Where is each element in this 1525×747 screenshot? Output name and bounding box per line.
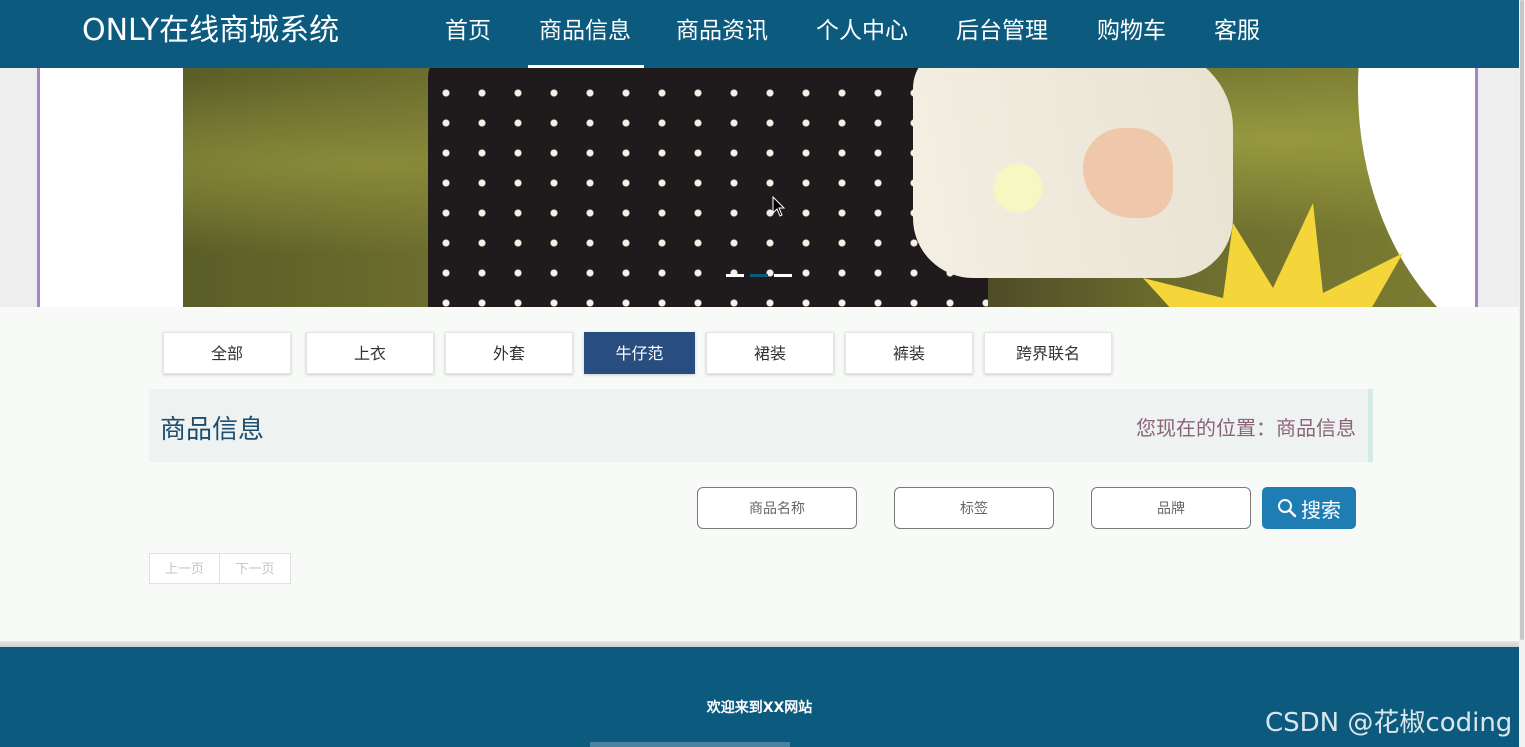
nav-item-cart[interactable]: 购物车 bbox=[1097, 12, 1166, 50]
category-skirts-button[interactable]: 裙装 bbox=[706, 332, 834, 374]
top-navbar: ONLY在线商城系统 首页 商品信息 商品资讯 个人中心 后台管理 购物车 客服 bbox=[0, 0, 1519, 68]
category-outerwear-button[interactable]: 外套 bbox=[445, 332, 573, 374]
banner-side-panel bbox=[40, 68, 183, 307]
nav-item-admin[interactable]: 后台管理 bbox=[956, 12, 1048, 50]
section-title: 商品信息 bbox=[160, 415, 265, 445]
banner-flower bbox=[988, 158, 1048, 218]
carousel-dot-3[interactable] bbox=[774, 274, 792, 277]
nav-item-news[interactable]: 商品资讯 bbox=[676, 12, 768, 50]
category-collab-button[interactable]: 跨界联名 bbox=[984, 332, 1112, 374]
prev-page-button[interactable]: 上一页 bbox=[149, 553, 220, 584]
category-tops-button[interactable]: 上衣 bbox=[306, 332, 434, 374]
pagination: 上一页 下一页 bbox=[149, 553, 291, 584]
nav-item-products[interactable]: 商品信息 bbox=[539, 12, 631, 50]
brand-search-input[interactable] bbox=[1091, 487, 1251, 529]
search-button[interactable]: 搜索 bbox=[1262, 487, 1356, 529]
nav-item-service[interactable]: 客服 bbox=[1214, 12, 1260, 50]
mouse-cursor-icon bbox=[772, 196, 786, 217]
banner-frame-right bbox=[1475, 68, 1478, 307]
category-all-button[interactable]: 全部 bbox=[163, 332, 291, 374]
page: ONLY在线商城系统 首页 商品信息 商品资讯 个人中心 后台管理 购物车 客服… bbox=[0, 0, 1525, 747]
nav-item-home[interactable]: 首页 bbox=[445, 12, 491, 50]
product-name-search-input[interactable] bbox=[697, 487, 857, 529]
category-pants-button[interactable]: 裤装 bbox=[845, 332, 973, 374]
banner-dress bbox=[428, 68, 988, 307]
breadcrumb-location: 您现在的位置：商品信息 bbox=[1136, 416, 1356, 440]
category-denim-button[interactable]: 牛仔范 bbox=[584, 332, 695, 374]
next-page-button[interactable]: 下一页 bbox=[220, 553, 291, 584]
footer-secondary-line bbox=[590, 742, 790, 747]
carousel-indicators bbox=[726, 274, 796, 278]
search-icon bbox=[1278, 499, 1297, 518]
nav-active-indicator bbox=[528, 65, 644, 68]
page-scrollbar-thumb[interactable] bbox=[1520, 0, 1524, 640]
nav-item-profile[interactable]: 个人中心 bbox=[816, 12, 908, 50]
sunburst-graphic bbox=[1143, 203, 1403, 307]
watermark-text: CSDN @花椒coding bbox=[1265, 708, 1513, 738]
carousel-dot-2[interactable] bbox=[750, 274, 768, 277]
search-button-label: 搜索 bbox=[1301, 499, 1341, 522]
site-brand[interactable]: ONLY在线商城系统 bbox=[82, 9, 339, 53]
banner-image[interactable] bbox=[183, 68, 1475, 307]
section-header: 商品信息 您现在的位置：商品信息 bbox=[149, 389, 1373, 462]
carousel-dot-1[interactable] bbox=[726, 274, 744, 277]
tag-search-input[interactable] bbox=[894, 487, 1054, 529]
